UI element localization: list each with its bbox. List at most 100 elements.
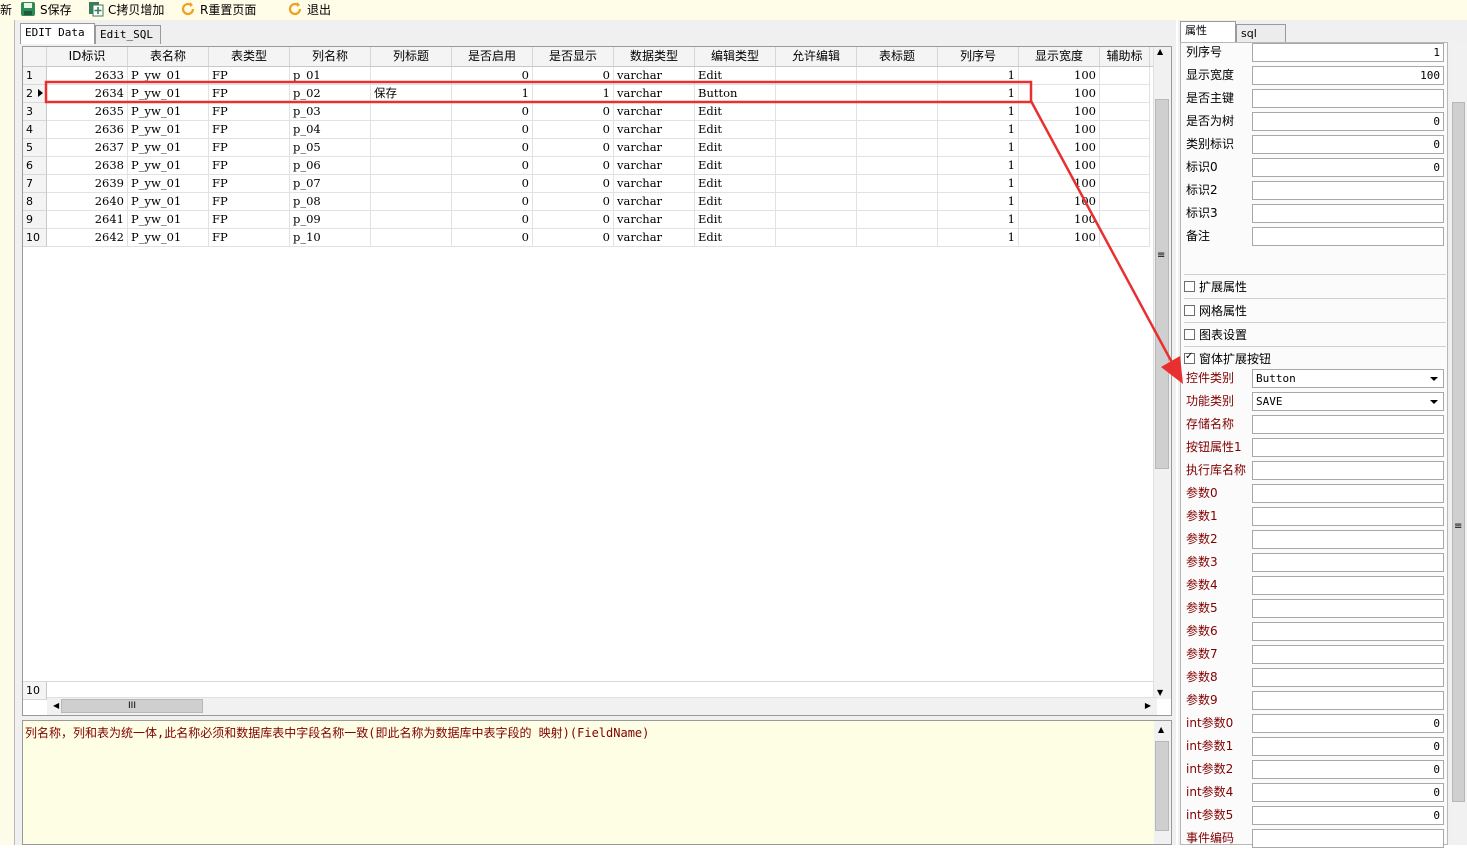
table-cell[interactable]: 1 bbox=[938, 85, 1019, 103]
tab-edit-sql[interactable]: Edit_SQL bbox=[95, 25, 161, 44]
table-row[interactable]: 2 2634 P_yw_01 FP p_02 保存 1 1 varchar Button 1 100 bbox=[23, 85, 1155, 103]
table-cell[interactable]: Edit bbox=[695, 103, 776, 121]
table-cell[interactable]: FP bbox=[209, 157, 290, 175]
table-cell[interactable]: P_yw_01 bbox=[128, 85, 209, 103]
column-header[interactable]: 是否显示 bbox=[533, 47, 614, 66]
column-header[interactable]: 列名称 bbox=[290, 47, 371, 66]
checkbox-icon[interactable] bbox=[1184, 304, 1195, 316]
table-cell[interactable] bbox=[1100, 175, 1150, 193]
table-cell[interactable]: p_05 bbox=[290, 139, 371, 157]
table-cell[interactable]: FP bbox=[209, 193, 290, 211]
column-header[interactable]: 辅助标 bbox=[1100, 47, 1150, 66]
table-cell[interactable]: 100 bbox=[1019, 157, 1100, 175]
property-input[interactable] bbox=[1252, 576, 1444, 595]
table-cell[interactable]: p_10 bbox=[290, 229, 371, 247]
table-cell[interactable]: varchar bbox=[614, 103, 695, 121]
table-cell[interactable] bbox=[371, 211, 452, 229]
property-input[interactable]: 0 bbox=[1252, 806, 1444, 825]
row-number[interactable]: 9 bbox=[23, 211, 47, 229]
table-cell[interactable] bbox=[857, 139, 938, 157]
table-cell[interactable] bbox=[1100, 85, 1150, 103]
table-cell[interactable]: P_yw_01 bbox=[128, 139, 209, 157]
table-cell[interactable]: 0 bbox=[452, 67, 533, 85]
property-input[interactable] bbox=[1252, 645, 1444, 664]
table-cell[interactable]: varchar bbox=[614, 175, 695, 193]
table-cell[interactable]: 0 bbox=[533, 193, 614, 211]
column-header[interactable]: 是否启用 bbox=[452, 47, 533, 66]
scroll-left-arrow-icon[interactable]: ◀ bbox=[53, 701, 59, 710]
table-cell[interactable] bbox=[1100, 193, 1150, 211]
table-cell[interactable] bbox=[371, 193, 452, 211]
table-cell[interactable]: 2641 bbox=[47, 211, 128, 229]
property-input[interactable] bbox=[1252, 227, 1444, 246]
table-cell[interactable]: 1 bbox=[938, 139, 1019, 157]
data-grid[interactable]: ID标识 表名称 表类型 列名称 列标题 是否启用 是否显示 数据类型 编辑类型 允许编辑 表标题列… bbox=[22, 46, 1172, 716]
checkbox-icon[interactable] bbox=[1184, 280, 1195, 292]
table-cell[interactable]: 0 bbox=[452, 193, 533, 211]
tab-edit-data[interactable]: EDIT Data bbox=[20, 23, 95, 44]
table-cell[interactable] bbox=[776, 103, 857, 121]
table-cell[interactable]: 保存 bbox=[371, 85, 452, 103]
exit-button[interactable]: 退出 bbox=[287, 0, 331, 18]
table-cell[interactable] bbox=[1100, 229, 1150, 247]
grid-vertical-scrollbar[interactable]: ▲ ≡ ▼ bbox=[1153, 47, 1171, 699]
table-cell[interactable]: 0 bbox=[533, 103, 614, 121]
table-cell[interactable] bbox=[857, 175, 938, 193]
table-cell[interactable]: P_yw_01 bbox=[128, 103, 209, 121]
table-cell[interactable] bbox=[371, 67, 452, 85]
tab-properties[interactable]: 属性 bbox=[1180, 21, 1236, 42]
help-scroll-thumb[interactable] bbox=[1155, 741, 1169, 831]
column-header[interactable]: ID标识 bbox=[47, 47, 128, 66]
table-cell[interactable]: 100 bbox=[1019, 85, 1100, 103]
table-cell[interactable]: 2637 bbox=[47, 139, 128, 157]
checkbox-icon[interactable] bbox=[1184, 328, 1195, 340]
column-header[interactable]: 列标题 bbox=[371, 47, 452, 66]
table-cell[interactable]: 2636 bbox=[47, 121, 128, 139]
scroll-up-arrow-icon[interactable]: ▲ bbox=[1157, 47, 1163, 56]
property-input[interactable] bbox=[1252, 438, 1444, 457]
table-cell[interactable]: 0 bbox=[533, 121, 614, 139]
table-row[interactable]: 8 2640 P_yw_01 FP p_08 0 0 varchar Edit 1 100 bbox=[23, 193, 1155, 211]
table-row[interactable]: 4 2636 P_yw_01 FP p_04 0 0 varchar Edit 1 100 bbox=[23, 121, 1155, 139]
table-cell[interactable]: 1 bbox=[938, 211, 1019, 229]
table-cell[interactable]: varchar bbox=[614, 211, 695, 229]
property-input[interactable] bbox=[1252, 507, 1444, 526]
table-cell[interactable] bbox=[776, 139, 857, 157]
column-header[interactable]: 表名称 bbox=[128, 47, 209, 66]
property-input[interactable] bbox=[1252, 484, 1444, 503]
table-cell[interactable]: P_yw_01 bbox=[128, 193, 209, 211]
property-input[interactable] bbox=[1252, 530, 1444, 549]
table-cell[interactable]: Edit bbox=[695, 139, 776, 157]
new-button[interactable]: 新 bbox=[0, 0, 12, 18]
property-input[interactable]: 0 bbox=[1252, 135, 1444, 154]
table-cell[interactable]: p_01 bbox=[290, 67, 371, 85]
table-cell[interactable]: 2642 bbox=[47, 229, 128, 247]
column-header[interactable]: 数据类型 bbox=[614, 47, 695, 66]
table-cell[interactable] bbox=[371, 139, 452, 157]
property-input[interactable]: 100 bbox=[1252, 66, 1444, 85]
table-cell[interactable]: Button bbox=[695, 85, 776, 103]
table-cell[interactable] bbox=[1100, 139, 1150, 157]
table-cell[interactable]: 2635 bbox=[47, 103, 128, 121]
table-cell[interactable] bbox=[857, 211, 938, 229]
table-row[interactable]: 6 2638 P_yw_01 FP p_06 0 0 varchar Edit 1 100 bbox=[23, 157, 1155, 175]
table-row[interactable]: 9 2641 P_yw_01 FP p_09 0 0 varchar Edit 1 100 bbox=[23, 211, 1155, 229]
table-cell[interactable] bbox=[776, 121, 857, 139]
table-cell[interactable]: Edit bbox=[695, 211, 776, 229]
table-cell[interactable]: varchar bbox=[614, 85, 695, 103]
table-cell[interactable]: 0 bbox=[452, 103, 533, 121]
table-cell[interactable]: 100 bbox=[1019, 121, 1100, 139]
property-group-toggle[interactable]: 网格属性 bbox=[1184, 298, 1446, 321]
property-input[interactable] bbox=[1252, 829, 1444, 848]
table-cell[interactable]: varchar bbox=[614, 229, 695, 247]
table-cell[interactable]: 1 bbox=[938, 67, 1019, 85]
panel-vscroll-thumb[interactable]: ≡ bbox=[1452, 102, 1465, 802]
table-cell[interactable]: 1 bbox=[938, 193, 1019, 211]
table-cell[interactable]: Edit bbox=[695, 175, 776, 193]
table-cell[interactable] bbox=[776, 229, 857, 247]
tab-sql[interactable]: sql bbox=[1236, 24, 1286, 43]
table-cell[interactable]: FP bbox=[209, 211, 290, 229]
table-cell[interactable]: 0 bbox=[452, 229, 533, 247]
property-input[interactable] bbox=[1252, 89, 1444, 108]
table-cell[interactable]: 100 bbox=[1019, 229, 1100, 247]
